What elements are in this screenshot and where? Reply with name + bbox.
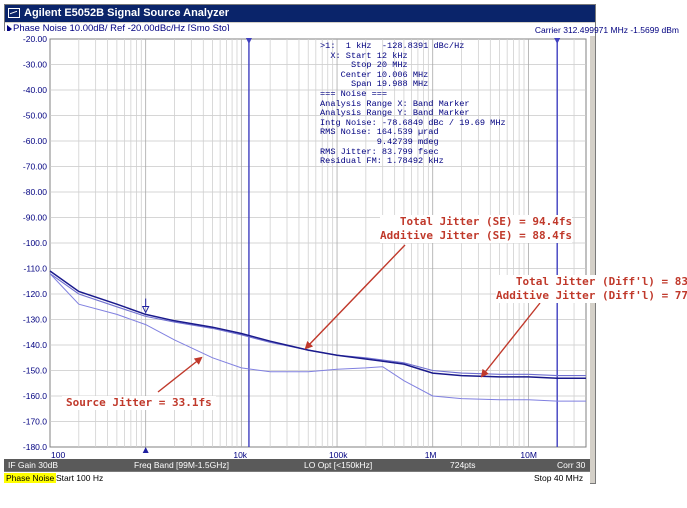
marker-1-axis-icon — [142, 447, 149, 453]
y-tick-label: -120.0 — [23, 289, 47, 299]
annotation-diffl-additive: Additive Jitter (Diff'l) = 77.0fs — [496, 289, 687, 302]
window-title: Agilent E5052B Signal Source Analyzer — [24, 7, 229, 19]
y-tick-label: -150.0 — [23, 366, 47, 376]
annotation-source-text: Source Jitter = 33.1fs — [66, 396, 212, 409]
stop-frequency[interactable]: Stop 40 MHz — [534, 473, 583, 483]
annotation-diffl-jitter: Total Jitter (Diff'l) = 83.8fs Additive … — [496, 275, 687, 303]
annotation-se-jitter: Total Jitter (SE) = 94.4fs Additive Jitt… — [380, 215, 573, 243]
y-tick-label: -60.00 — [23, 136, 47, 146]
y-tick-label: -110.0 — [24, 264, 48, 274]
y-tick-label: -130.0 — [23, 315, 47, 325]
y-tick-label: -80.00 — [23, 187, 47, 197]
lo-opt-status[interactable]: LO Opt [<150kHz] — [304, 460, 372, 470]
if-gain-status[interactable]: IF Gain 30dB — [8, 460, 58, 470]
measurement-mode-label[interactable]: Phase Noise — [4, 473, 57, 483]
corr-status[interactable]: Corr 30 — [557, 460, 585, 470]
y-tick-label: -170.0 — [23, 417, 47, 427]
marker-readout-line: Residual FM: 1.78492 kHz — [320, 156, 444, 167]
y-tick-label: -50.00 — [23, 111, 47, 121]
start-frequency[interactable]: Start 100 Hz — [56, 473, 103, 483]
points-status[interactable]: 724pts — [450, 460, 476, 470]
annotation-diffl-total: Total Jitter (Diff'l) = 83.8fs — [515, 275, 687, 288]
y-tick-label: -40.00 — [23, 85, 47, 95]
status-bar-bottom: Phase Noise Start 100 Hz Stop 40 MHz — [4, 471, 590, 484]
title-bar[interactable]: Agilent E5052B Signal Source Analyzer — [5, 5, 595, 22]
status-bar-top: IF Gain 30dB Freq Band [99M-1.5GHz] LO O… — [4, 459, 590, 471]
y-tick-label: -100.0 — [23, 238, 47, 248]
y-tick-label: -70.00 — [23, 162, 47, 172]
annotation-source-jitter: Source Jitter = 33.1fs — [62, 396, 216, 410]
y-tick-label: -160.0 — [23, 391, 47, 401]
annotation-se-total: Total Jitter (SE) = 94.4fs — [399, 215, 573, 228]
y-tick-label: -20.00 — [23, 34, 47, 44]
y-tick-label: -140.0 — [23, 340, 47, 350]
y-tick-label: -30.00 — [23, 60, 47, 70]
marker-readout-panel: >1: 1 kHz -128.8391 dBc/Hz X: Start 12 k… — [320, 41, 506, 167]
freq-band-status[interactable]: Freq Band [99M-1.5GHz] — [134, 460, 229, 470]
y-tick-label: -180.0 — [23, 442, 47, 452]
analyzer-icon — [8, 8, 20, 18]
y-tick-label: -90.00 — [23, 213, 47, 223]
annotation-se-additive: Additive Jitter (SE) = 88.4fs — [380, 229, 573, 242]
carrier-readout: Carrier 312.499971 MHz -1.5699 dBm — [534, 25, 679, 35]
